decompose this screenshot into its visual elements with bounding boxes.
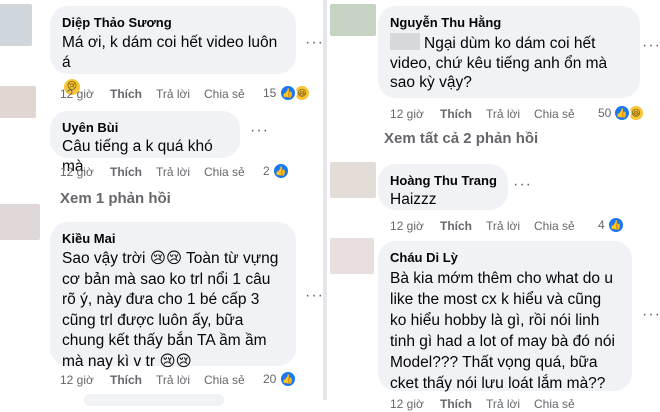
reply-button[interactable]: Trả lời: [486, 106, 520, 122]
reaction-count[interactable]: 15: [263, 86, 276, 100]
share-button[interactable]: Chia sẻ: [534, 396, 575, 412]
comment-author[interactable]: Hoàng Thu Trang: [390, 172, 497, 189]
comment-time[interactable]: 12 giờ: [390, 218, 424, 234]
panel-divider: [323, 0, 327, 400]
avatar[interactable]: [84, 394, 224, 406]
reaction-icons[interactable]: 😆 👍: [279, 84, 315, 102]
comment-bubble: Diệp Thảo Sương Má ơi, k dám coi hết vid…: [50, 6, 296, 95]
blurred-image: [390, 33, 420, 50]
like-icon: 👍: [607, 216, 625, 234]
comment-bubble: Cháu Di Lỳ Bà kia mớm thêm cho what do u…: [378, 241, 632, 392]
view-replies-link[interactable]: Xem 1 phản hồi: [60, 190, 171, 207]
comment-author[interactable]: Uyên Bùi: [62, 119, 228, 136]
more-options-icon[interactable]: ···: [513, 176, 532, 194]
comment-text: Sao vậy trời 😢😢 Toàn từ vựng cơ bản mà s…: [62, 250, 279, 370]
like-icon: 👍: [272, 162, 290, 180]
comment-actions: 12 giờ Thích Trả lời Chia sẻ: [390, 218, 610, 234]
more-options-icon[interactable]: ···: [250, 122, 269, 140]
like-icon: 👍: [279, 370, 297, 388]
share-button[interactable]: Chia sẻ: [204, 372, 245, 388]
share-button[interactable]: Chia sẻ: [534, 106, 575, 122]
reaction-icons[interactable]: 👍: [279, 370, 299, 388]
comment-actions: 12 giờ Thích Trả lời Chia sẻ: [390, 396, 610, 412]
more-options-icon[interactable]: ···: [305, 287, 324, 305]
reaction-count[interactable]: 20: [263, 372, 276, 386]
comment-time[interactable]: 12 giờ: [60, 86, 94, 102]
like-button[interactable]: Thích: [110, 86, 142, 102]
like-icon: 👍: [279, 84, 297, 102]
comment-text: Ngại dùm ko dám coi hết video, chứ kêu t…: [390, 33, 608, 91]
comment-author[interactable]: Kiều Mai: [62, 230, 284, 247]
comment-author[interactable]: Diệp Thảo Sương: [62, 14, 284, 31]
reaction-count[interactable]: 2: [263, 164, 270, 178]
share-button[interactable]: Chia sẻ: [204, 86, 245, 102]
reaction-count[interactable]: 50: [598, 106, 611, 120]
comment-bubble: Kiều Mai Sao vậy trời 😢😢 Toàn từ vựng cơ…: [50, 222, 296, 370]
comment-author[interactable]: Nguyễn Thu Hằng: [390, 14, 628, 31]
comment-author[interactable]: Cháu Di Lỳ: [390, 249, 620, 266]
reaction-icons[interactable]: 😆 👍: [613, 104, 647, 122]
comment-text: Bà kia mớm thêm cho what do u like the m…: [390, 270, 615, 392]
comment-text: Haizzz: [390, 191, 437, 208]
more-options-icon[interactable]: ···: [305, 34, 324, 52]
comment-time[interactable]: 12 giờ: [390, 396, 424, 412]
comment-bubble: Nguyễn Thu Hằng Ngại dùm ko dám coi hết …: [378, 6, 640, 98]
reply-button[interactable]: Trả lời: [486, 218, 520, 234]
like-button[interactable]: Thích: [440, 218, 472, 234]
avatar[interactable]: [330, 162, 376, 198]
reaction-icons[interactable]: 👍: [607, 216, 627, 234]
avatar[interactable]: [0, 86, 36, 118]
reply-button[interactable]: Trả lời: [486, 396, 520, 412]
avatar[interactable]: [330, 238, 374, 274]
like-button[interactable]: Thích: [110, 164, 142, 180]
comment-time[interactable]: 12 giờ: [390, 106, 424, 122]
avatar[interactable]: [0, 204, 40, 240]
reaction-count[interactable]: 4: [598, 218, 605, 232]
avatar[interactable]: [330, 4, 376, 36]
reaction-icons[interactable]: 👍: [272, 162, 292, 180]
like-icon: 👍: [613, 104, 631, 122]
comment-time[interactable]: 12 giờ: [60, 164, 94, 180]
share-button[interactable]: Chia sẻ: [534, 218, 575, 234]
more-options-icon[interactable]: ···: [642, 37, 660, 55]
comment-actions: 12 giờ Thích Trả lời Chia sẻ: [390, 106, 610, 122]
reply-button[interactable]: Trả lời: [156, 164, 190, 180]
more-options-icon[interactable]: ···: [642, 306, 660, 324]
view-replies-link[interactable]: Xem tất cả 2 phản hồi: [384, 130, 538, 147]
share-button[interactable]: Chia sẻ: [204, 164, 245, 180]
comment-time[interactable]: 12 giờ: [60, 372, 94, 388]
like-button[interactable]: Thích: [110, 372, 142, 388]
comment-bubble: Hoàng Thu Trang Haizzz: [378, 164, 508, 210]
comment-actions: 12 giờ Thích Trả lời Chia sẻ: [60, 164, 280, 180]
reply-button[interactable]: Trả lời: [156, 372, 190, 388]
like-button[interactable]: Thích: [440, 106, 472, 122]
avatar[interactable]: [0, 4, 32, 46]
reply-button[interactable]: Trả lời: [156, 86, 190, 102]
comment-bubble: Uyên Bùi Câu tiếng a k quá khó mà: [50, 111, 240, 175]
like-button[interactable]: Thích: [440, 396, 472, 412]
